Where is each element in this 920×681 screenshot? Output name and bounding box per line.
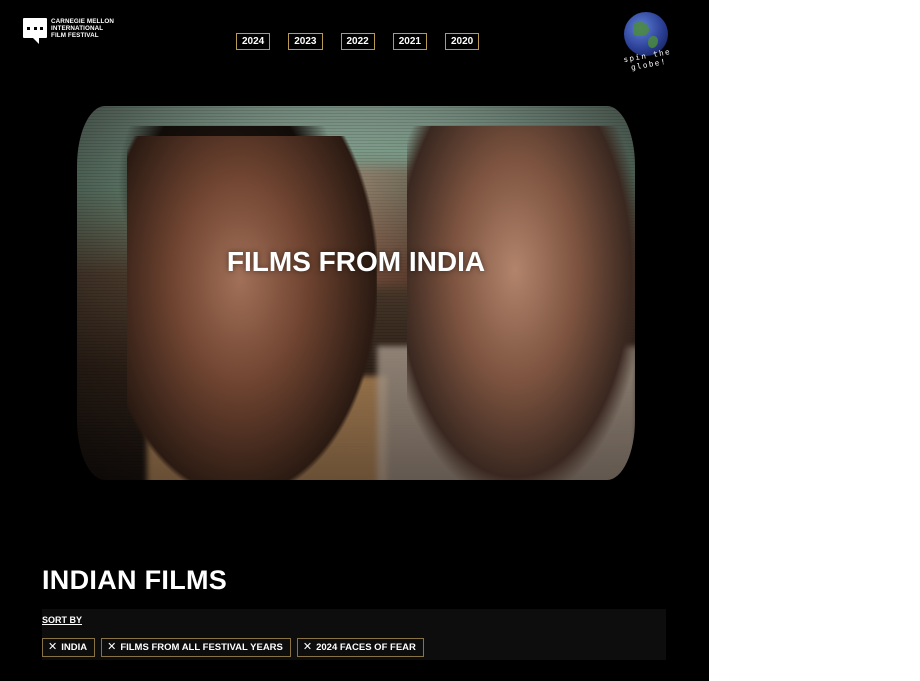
logo-text: CARNEGIE MELLON INTERNATIONAL FILM FESTI… [51,18,114,39]
festival-logo[interactable]: CARNEGIE MELLON INTERNATIONAL FILM FESTI… [23,17,133,45]
hero-image: FILMS FROM INDIA [77,106,635,480]
logo-line-2: INTERNATIONAL [51,25,104,32]
filter-chip-all-years[interactable]: ✕ FILMS FROM ALL FESTIVAL YEARS [101,638,291,657]
sort-by-link[interactable]: SORT BY [42,615,82,625]
active-filters: ✕ INDIA ✕ FILMS FROM ALL FESTIVAL YEARS … [42,638,424,657]
logo-line-3: FILM FESTIVAL [51,32,99,39]
filter-chip-label: FILMS FROM ALL FESTIVAL YEARS [120,642,283,653]
spin-globe-link[interactable]: spin the globe! [606,10,686,72]
logo-line-1: CARNEGIE MELLON [51,18,115,25]
close-icon[interactable]: ✕ [48,639,57,656]
sort-bar: SORT BY ✕ INDIA ✕ FILMS FROM ALL FESTIVA… [42,609,666,660]
filter-chip-label: INDIA [61,642,88,653]
year-button-2022[interactable]: 2022 [340,33,375,50]
year-button-2024[interactable]: 2024 [236,33,271,50]
filter-chip-label: 2024 FACES OF FEAR [316,642,416,653]
speech-bubble-icon [23,18,47,44]
filter-chip-faces-of-fear[interactable]: ✕ 2024 FACES OF FEAR [296,638,424,657]
close-icon[interactable]: ✕ [303,639,312,656]
close-icon[interactable]: ✕ [107,639,116,656]
year-nav: 2024 2023 2022 2021 2020 [236,33,480,50]
year-button-2021[interactable]: 2021 [392,33,427,50]
year-button-2023[interactable]: 2023 [288,33,323,50]
filter-chip-india[interactable]: ✕ INDIA [42,638,96,657]
hero-title: FILMS FROM INDIA [226,246,486,277]
page: CARNEGIE MELLON INTERNATIONAL FILM FESTI… [0,0,709,681]
year-button-2020[interactable]: 2020 [445,33,480,50]
section-title: INDIAN FILMS [42,565,228,595]
